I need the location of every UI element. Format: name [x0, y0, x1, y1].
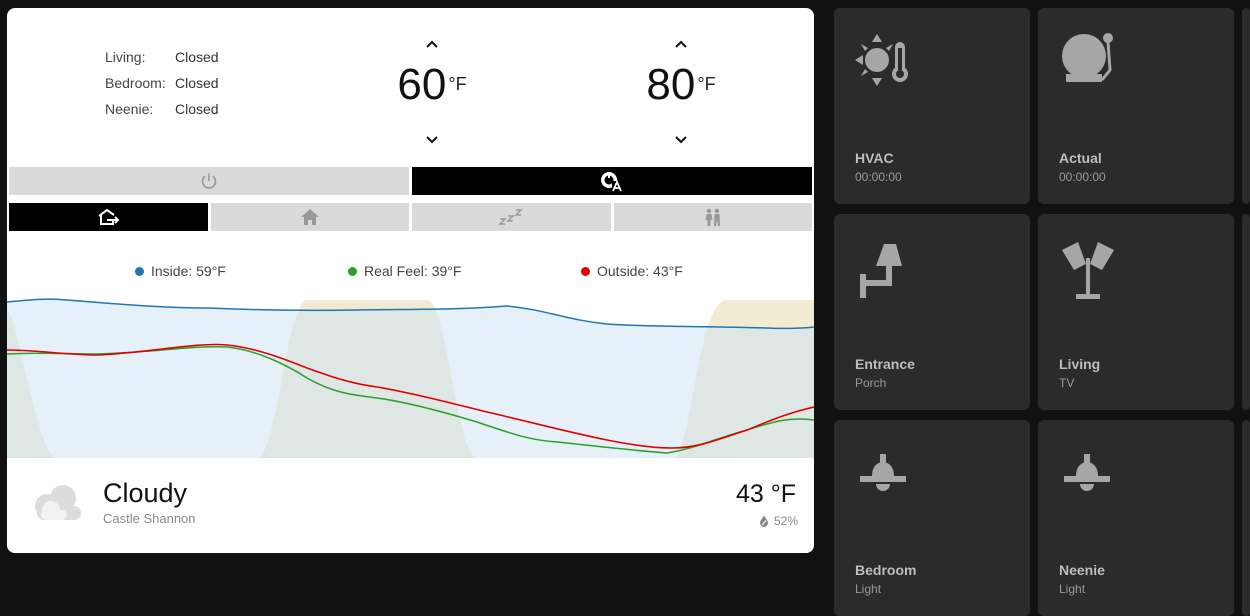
sleep-icon: [498, 209, 524, 225]
thermostat-auto-icon: [601, 172, 622, 192]
tile-subtitle: Light: [855, 582, 882, 596]
tile-subtitle: 00:00:00: [855, 170, 902, 184]
mode-off-button[interactable]: [9, 167, 409, 195]
weather-humidity-value: 52%: [773, 514, 798, 528]
high-setpoint-display: 80 °F: [621, 62, 741, 118]
tile-partial[interactable]: [1242, 420, 1250, 616]
mode-auto-button[interactable]: [412, 167, 812, 195]
room-name: Bedroom:: [105, 75, 166, 91]
temperature-history-graph: [7, 298, 814, 458]
legend-outside-label: Outside: 43°F: [597, 263, 683, 279]
preset-away-button[interactable]: [9, 203, 208, 231]
legend-real-feel[interactable]: Real Feel: 39°F: [348, 263, 461, 279]
preset-bar: [9, 203, 812, 231]
high-setpoint-unit: °F: [697, 74, 716, 94]
bell-icon: [1062, 33, 1113, 82]
real-feel-dot-icon: [348, 266, 357, 276]
sun-thermometer-icon: [855, 34, 908, 86]
power-icon: [201, 173, 217, 189]
outside-dot-icon: [581, 266, 590, 276]
weather-row[interactable]: Cloudy Castle Shannon 43 °F 52%: [7, 458, 814, 553]
room-name: Living:: [105, 49, 146, 65]
increase-low-setpoint-button[interactable]: [422, 36, 442, 52]
decrease-low-setpoint-button[interactable]: [422, 132, 442, 148]
tile-partial[interactable]: [1242, 8, 1250, 204]
legend-real-feel-label: Real Feel: 39°F: [364, 263, 462, 279]
room-status-row: Neenie: Closed: [105, 100, 219, 126]
low-setpoint-unit: °F: [448, 74, 467, 94]
room-status-list: Living: Closed Bedroom: Closed Neenie: C…: [105, 48, 219, 126]
tile-actual[interactable]: Actual 00:00:00: [1038, 8, 1234, 204]
room-status-row: Bedroom: Closed: [105, 74, 219, 100]
tile-title: Actual: [1059, 150, 1102, 166]
ceiling-light-icon: [860, 454, 906, 491]
high-setpoint-value: 80: [646, 60, 696, 109]
weather-location: Castle Shannon: [103, 511, 196, 526]
tile-hvac[interactable]: HVAC 00:00:00: [834, 8, 1030, 204]
room-state: Closed: [175, 49, 219, 65]
home-icon: [300, 209, 319, 225]
high-setpoint: 80 °F: [621, 36, 741, 148]
low-setpoint-value: 60: [397, 60, 447, 109]
room-state: Closed: [175, 75, 219, 91]
tile-entrance[interactable]: Entrance Porch: [834, 214, 1030, 410]
tile-title: Living: [1059, 356, 1101, 372]
preset-occupants-button[interactable]: [613, 203, 812, 231]
tile-neenie[interactable]: Neenie Light: [1038, 420, 1234, 616]
tile-living[interactable]: Living TV: [1038, 214, 1234, 410]
inside-dot-icon: [135, 266, 144, 276]
inside-area: [7, 299, 814, 458]
weather-condition: Cloudy: [103, 478, 188, 508]
tile-partial[interactable]: [1242, 214, 1250, 410]
legend-inside-label: Inside: 59°F: [151, 263, 226, 279]
weather-humidity: 52%: [758, 514, 798, 528]
room-status-row: Living: Closed: [105, 48, 219, 74]
people-icon: [705, 208, 720, 226]
tile-subtitle: 00:00:00: [1059, 170, 1106, 184]
decrease-high-setpoint-button[interactable]: [671, 132, 691, 148]
preset-sleep-button[interactable]: [412, 203, 611, 231]
increase-high-setpoint-button[interactable]: [671, 36, 691, 52]
ceiling-light-icon: [1064, 454, 1110, 491]
tile-subtitle: Light: [1059, 582, 1086, 596]
weather-temperature: 43 °F: [735, 480, 796, 508]
legend-inside[interactable]: Inside: 59°F: [135, 263, 226, 279]
tile-title: Neenie: [1059, 562, 1105, 578]
cloud-icon: [35, 485, 81, 520]
tile-title: Entrance: [855, 356, 915, 372]
room-state: Closed: [175, 101, 219, 117]
low-setpoint-display: 60 °F: [372, 62, 492, 118]
legend-outside[interactable]: Outside: 43°F: [581, 263, 683, 279]
tile-title: Bedroom: [855, 562, 917, 578]
tile-subtitle: Porch: [855, 376, 887, 390]
tile-bedroom[interactable]: Bedroom Light: [834, 420, 1030, 616]
water-percent-icon: [759, 515, 768, 527]
home-export-icon: [98, 208, 120, 225]
low-setpoint: 60 °F: [372, 36, 492, 148]
room-name: Neenie:: [105, 101, 154, 117]
tile-title: HVAC: [855, 150, 894, 166]
floor-lamp-icon: [1062, 242, 1114, 299]
wall-lamp-icon: [860, 244, 902, 298]
hvac-mode-bar: [9, 167, 812, 195]
tile-subtitle: TV: [1059, 376, 1075, 390]
thermostat-card: Living: Closed Bedroom: Closed Neenie: C…: [7, 8, 814, 553]
graph-legend: Inside: 59°F Real Feel: 39°F Outside: 43…: [7, 263, 814, 283]
preset-home-button[interactable]: [210, 203, 409, 231]
